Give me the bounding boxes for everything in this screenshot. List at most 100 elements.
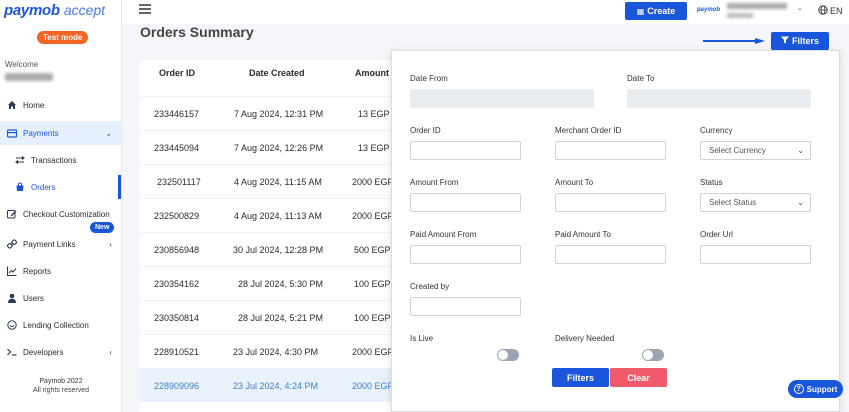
amount-cell: 2000 EGP bbox=[352, 347, 392, 357]
edit-icon bbox=[7, 209, 17, 219]
home-icon bbox=[7, 100, 17, 110]
order-id-cell: 233445094 bbox=[154, 143, 200, 153]
paid-amount-from-label: Paid Amount From bbox=[410, 230, 477, 239]
currency-select[interactable]: Select Currency ⌄ bbox=[700, 141, 811, 160]
date-cell: 7 Aug 2024, 12:31 PM bbox=[234, 109, 324, 119]
date-to-field[interactable] bbox=[627, 89, 811, 108]
column-header-order-id[interactable]: Order ID bbox=[159, 68, 195, 78]
apply-filters-button[interactable]: Filters bbox=[552, 368, 609, 387]
wallet-icon bbox=[7, 320, 17, 330]
orders-table: Order ID Date Created Amount 233446157 7… bbox=[140, 60, 392, 412]
globe-icon bbox=[818, 5, 828, 17]
create-label: Create bbox=[647, 6, 676, 16]
terminal-icon bbox=[7, 347, 17, 357]
column-header-date-created[interactable]: Date Created bbox=[249, 68, 305, 78]
table-row[interactable]: 233446157 7 Aug 2024, 12:31 PM 13 EGP bbox=[140, 96, 392, 130]
status-placeholder: Select Status bbox=[709, 198, 757, 207]
filters-panel: Date From Date To Order ID Merchant Orde… bbox=[391, 50, 840, 412]
status-select[interactable]: Select Status ⌄ bbox=[700, 193, 811, 212]
sidebar-item-home[interactable]: Home bbox=[0, 93, 121, 117]
date-cell: 28 Jul 2024, 5:21 PM bbox=[238, 313, 324, 323]
sidebar: paymob accept Test mode Welcome Home Pay… bbox=[0, 0, 122, 412]
grid-icon: ▦ bbox=[636, 6, 645, 16]
sidebar-item-label: Developers bbox=[23, 347, 64, 357]
date-cell: 23 Jul 2024, 4:30 PM bbox=[233, 347, 319, 357]
delivery-needed-label: Delivery Needed bbox=[555, 334, 615, 343]
amount-cell: 2000 EGP bbox=[352, 381, 392, 391]
pointer-arrow-icon bbox=[703, 38, 765, 44]
filters-toggle-button[interactable]: Filters bbox=[771, 32, 829, 50]
top-bar: ▦ Create paymob ⌄ EN bbox=[122, 0, 849, 24]
currency-placeholder: Select Currency bbox=[709, 146, 766, 155]
order-url-label: Order Url bbox=[700, 230, 733, 239]
sidebar-item-label: Reports bbox=[23, 266, 52, 276]
sidebar-item-developers[interactable]: Developers ‹ bbox=[0, 340, 121, 364]
page-title: Orders Summary bbox=[140, 24, 254, 40]
clear-filters-button[interactable]: Clear bbox=[610, 368, 667, 387]
create-button[interactable]: ▦ Create bbox=[625, 2, 687, 20]
sidebar-item-payment-links[interactable]: Payment Links ‹ bbox=[0, 232, 121, 256]
is-live-label: Is Live bbox=[410, 334, 434, 343]
sidebar-item-label: Users bbox=[23, 293, 44, 303]
created-by-input[interactable] bbox=[410, 297, 521, 316]
sidebar-item-label: Checkout Customization bbox=[23, 209, 110, 219]
date-cell: 28 Jul 2024, 5:30 PM bbox=[238, 279, 324, 289]
test-mode-badge: Test mode bbox=[37, 31, 89, 44]
table-row[interactable]: 230350814 28 Jul 2024, 5:21 PM 100 EGP bbox=[140, 300, 392, 334]
transfer-icon bbox=[15, 155, 25, 165]
table-row[interactable]: 230856948 30 Jul 2024, 12:28 PM 500 EGP bbox=[140, 232, 392, 266]
amount-to-input[interactable] bbox=[555, 193, 666, 212]
table-row[interactable]: 232500829 4 Aug 2024, 11:13 AM 2000 EGP bbox=[140, 198, 392, 232]
filters-toggle-label: Filters bbox=[791, 36, 819, 46]
sidebar-item-transactions[interactable]: Transactions bbox=[0, 148, 121, 172]
chevron-down-icon: ⌄ bbox=[797, 146, 804, 155]
sidebar-item-orders[interactable]: Orders bbox=[0, 175, 121, 199]
support-button[interactable]: ? Support bbox=[788, 380, 843, 398]
order-id-input[interactable] bbox=[410, 141, 521, 160]
table-row[interactable]: 228910521 23 Jul 2024, 4:30 PM 2000 EGP bbox=[140, 334, 392, 368]
table-row[interactable]: 233445094 7 Aug 2024, 12:26 PM 13 EGP bbox=[140, 130, 392, 164]
paymob-logo[interactable]: paymob accept bbox=[4, 2, 105, 19]
order-url-input[interactable] bbox=[700, 245, 811, 264]
chart-icon bbox=[7, 266, 17, 276]
chevron-down-icon[interactable]: ⌄ bbox=[797, 4, 803, 12]
merchant-id-redacted bbox=[727, 3, 787, 9]
column-header-amount[interactable]: Amount bbox=[355, 68, 389, 78]
date-from-field[interactable] bbox=[410, 89, 594, 108]
sidebar-item-label: Orders bbox=[31, 182, 56, 192]
delivery-needed-toggle[interactable] bbox=[642, 349, 664, 361]
menu-icon[interactable] bbox=[139, 4, 151, 14]
sidebar-item-reports[interactable]: Reports bbox=[0, 259, 121, 283]
brand-name: paymob bbox=[4, 2, 60, 19]
paid-amount-to-input[interactable] bbox=[555, 245, 666, 264]
sidebar-item-lending-collection[interactable]: Lending Collection bbox=[0, 313, 121, 337]
order-id-cell: 232500829 bbox=[154, 211, 200, 221]
is-live-toggle[interactable] bbox=[497, 349, 519, 361]
paid-amount-from-input[interactable] bbox=[410, 245, 521, 264]
order-id-cell: 230354162 bbox=[154, 279, 200, 289]
merchant-logo: paymob bbox=[697, 7, 721, 13]
date-cell: 4 Aug 2024, 11:13 AM bbox=[234, 211, 322, 221]
filter-icon bbox=[780, 36, 789, 46]
help-icon: ? bbox=[793, 384, 804, 394]
language-switch[interactable]: EN bbox=[818, 5, 843, 17]
sidebar-footer: Paymob 2022 All rights reserved bbox=[0, 377, 121, 395]
amount-from-input[interactable] bbox=[410, 193, 521, 212]
amount-cell: 500 EGP bbox=[354, 245, 391, 255]
table-row[interactable]: 230354162 28 Jul 2024, 5:30 PM 100 EGP bbox=[140, 266, 392, 300]
order-id-cell: 230350814 bbox=[154, 313, 200, 323]
amount-from-label: Amount From bbox=[410, 178, 459, 187]
table-row[interactable]: 228909096 23 Jul 2024, 4:24 PM 2000 EGP bbox=[140, 368, 392, 402]
sidebar-item-users[interactable]: Users bbox=[0, 286, 121, 310]
merchant-order-id-input[interactable] bbox=[555, 141, 666, 160]
amount-cell: 13 EGP bbox=[358, 143, 390, 153]
date-to-label: Date To bbox=[627, 74, 655, 83]
sidebar-item-label: Payment Links bbox=[23, 239, 76, 249]
brand-suffix: accept bbox=[63, 2, 106, 18]
sidebar-item-payments[interactable]: Payments ⌄ bbox=[0, 121, 121, 145]
chevron-down-icon: ⌄ bbox=[105, 128, 112, 138]
chevron-down-icon: ⌄ bbox=[797, 198, 804, 207]
sidebar-item-label: Lending Collection bbox=[23, 320, 89, 330]
table-row[interactable]: 232501117 4 Aug 2024, 11:15 AM 2000 EGP bbox=[140, 164, 392, 198]
date-cell: 7 Aug 2024, 12:26 PM bbox=[234, 143, 324, 153]
